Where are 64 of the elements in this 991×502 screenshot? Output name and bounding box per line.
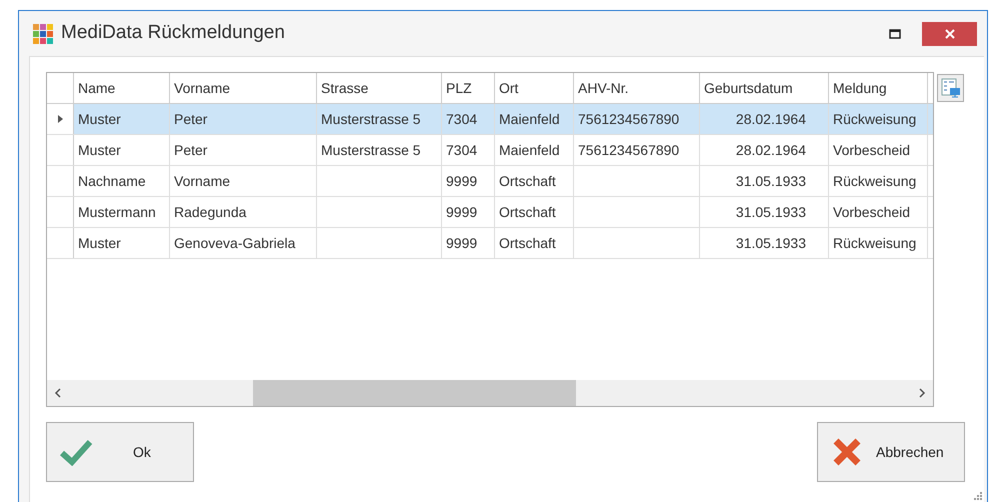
table-cell-text: Ortschaft: [499, 202, 556, 222]
table-cell-text: 7304: [446, 140, 478, 160]
table-cell-text: Maienfeld: [499, 140, 560, 160]
table-cell-text: 31.05.1933: [736, 172, 806, 190]
table-cell-text: 9999: [446, 172, 478, 190]
table-cell-text: Vorbescheid: [833, 202, 910, 222]
table-cell-text: Musterstrasse 5: [321, 110, 421, 128]
column-header[interactable]: Strasse: [317, 73, 442, 103]
close-icon: [944, 28, 956, 40]
table-cell-text: 28.02.1964: [736, 140, 806, 160]
table-cell-text: Musterstrasse 5: [321, 140, 421, 160]
table-cell-text: Rückweisung: [833, 110, 916, 129]
table-cell-text: 7304: [446, 110, 478, 128]
table-cell-text: Genoveva-Gabriela: [174, 234, 296, 252]
table-row[interactable]: Muster Peter Musterstrasse 5 7304 Maienfeld 7561234567890 28.02.1964 Vorbescheid: [47, 135, 933, 166]
resize-grip-icon[interactable]: [974, 492, 982, 500]
table-cell-text: Peter: [174, 140, 208, 160]
app-logo-icon: [33, 24, 53, 44]
column-chooser-icon: [940, 78, 960, 98]
table-cell-text: 31.05.1933: [736, 202, 806, 222]
table-cell-text: 28.02.1964: [736, 110, 806, 128]
table-row[interactable]: Muster Genoveva-Gabriela 9999 Ortschaft 31.05.1933 Rückweisung: [47, 228, 933, 259]
table-cell-text: Muster: [78, 110, 121, 128]
table-cell-text: Rückweisung: [833, 172, 916, 191]
close-icon: [832, 437, 862, 467]
close-button[interactable]: [922, 22, 977, 46]
table-cell-text: Peter: [174, 110, 208, 128]
column-header[interactable]: Ort: [495, 73, 574, 103]
column-header[interactable]: Geburtsdatum: [700, 73, 829, 103]
scrollbar-thumb[interactable]: [253, 380, 576, 406]
column-header[interactable]: Name: [74, 73, 170, 103]
table-cell-text: Muster: [78, 140, 121, 160]
scroll-left-icon[interactable]: [53, 388, 63, 398]
table-cell-text: Muster: [78, 234, 121, 252]
table-cell-text: Mustermann: [78, 202, 156, 222]
table-cell-text: Vorbescheid: [833, 140, 910, 160]
column-header[interactable]: Meldung: [829, 73, 928, 103]
table-cell-text: 7561234567890: [578, 140, 680, 160]
window-title: MediData Rückmeldungen: [61, 21, 285, 46]
maximize-icon: [889, 28, 901, 38]
ok-button[interactable]: Ok: [46, 422, 194, 482]
column-header[interactable]: Vorname: [170, 73, 317, 103]
scroll-right-icon[interactable]: [917, 388, 927, 398]
table-row[interactable]: Mustermann Radegunda 9999 Ortschaft 31.05.1933 Vorbescheid: [47, 197, 933, 228]
table-cell-text: Radegunda: [174, 202, 246, 222]
table-cell-text: 7561234567890: [578, 110, 680, 128]
table-cell-text: Nachname: [78, 172, 146, 190]
table-cell-text: Maienfeld: [499, 110, 560, 128]
column-header[interactable]: AHV-Nr.: [574, 73, 700, 103]
horizontal-scrollbar[interactable]: [47, 380, 933, 406]
table-cell-text: Rückweisung: [833, 234, 916, 253]
table-cell-text: Ortschaft: [499, 234, 556, 252]
table-cell-text: 9999: [446, 234, 478, 252]
column-header[interactable]: PLZ: [442, 73, 495, 103]
table-cell-text: Vorname: [174, 172, 230, 190]
column-chooser-button[interactable]: [937, 74, 964, 102]
table-cell-text: Ortschaft: [499, 172, 556, 190]
row-indicator-icon: [58, 115, 62, 123]
table-row[interactable]: Nachname Vorname 9999 Ortschaft 31.05.1933 Rückweisung: [47, 166, 933, 197]
table-cell-text: 31.05.1933: [736, 234, 806, 252]
checkmark-icon: [59, 438, 93, 466]
cancel-button[interactable]: Abbrechen: [817, 422, 965, 482]
table-cell-text: 9999: [446, 202, 478, 222]
table-row[interactable]: Muster Peter Musterstrasse 5 7304 Maienfeld 7561234567890 28.02.1964 Rückweisung: [47, 104, 933, 135]
